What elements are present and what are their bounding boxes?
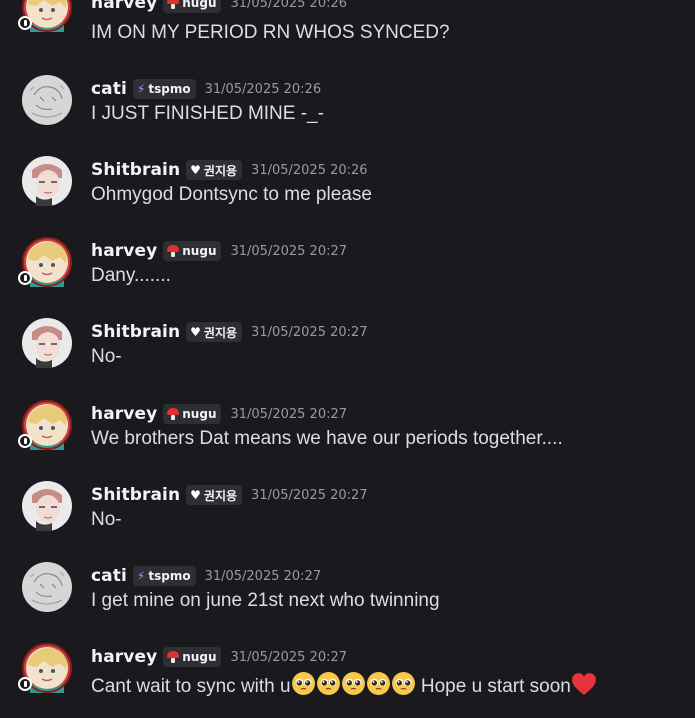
pleading-face-emoji xyxy=(341,671,366,702)
message-header: harvey nugu 31/05/2025 20:26 xyxy=(91,0,347,14)
username[interactable]: harvey xyxy=(91,0,157,13)
mushroom-icon xyxy=(167,408,180,420)
role-tag-label: nugu xyxy=(182,244,217,258)
role-tag-label: tspmo xyxy=(148,82,191,96)
username[interactable]: harvey xyxy=(91,404,157,424)
message-text: I get mine on june 21st next who twinnin… xyxy=(91,590,440,611)
role-tag[interactable]: ⚡ tspmo xyxy=(132,79,196,99)
shitbrain-avatar[interactable] xyxy=(22,481,72,531)
pleading-face-emoji xyxy=(391,671,416,702)
role-tag-label: 권지용 xyxy=(203,488,238,503)
role-tag-label: 권지용 xyxy=(203,325,238,340)
timestamp: 31/05/2025 20:27 xyxy=(204,568,322,584)
status-badge xyxy=(18,434,32,448)
message-item: harvey nugu 31/05/2025 20:26 IM ON MY PE… xyxy=(0,0,695,64)
role-tag-label: nugu xyxy=(182,0,217,10)
role-tag[interactable]: ♥ 권지용 xyxy=(186,485,243,505)
message-item: cati ⚡ tspmo 31/05/2025 20:26 I JUST FIN… xyxy=(0,75,695,150)
username[interactable]: cati xyxy=(91,79,127,99)
role-tag[interactable]: nugu xyxy=(163,647,222,667)
shitbrain-avatar[interactable] xyxy=(22,156,72,206)
role-tag[interactable]: ♥ 권지용 xyxy=(186,322,243,342)
message-header: Shitbrain ♥ 권지용 31/05/2025 20:27 xyxy=(91,321,368,343)
message-text: Ohmygod Dontsync to me please xyxy=(91,184,372,205)
status-badge xyxy=(18,16,32,30)
mushroom-icon xyxy=(167,0,180,9)
role-tag-label: nugu xyxy=(182,407,217,421)
message-text: Dany....... xyxy=(91,265,171,286)
timestamp: 31/05/2025 20:26 xyxy=(251,162,368,178)
timestamp: 31/05/2025 20:27 xyxy=(251,487,368,503)
message-item: Shitbrain ♥ 권지용 31/05/2025 20:27 No- xyxy=(0,481,695,556)
pleading-face-emoji xyxy=(366,671,391,702)
message-list: harvey nugu 31/05/2025 20:26 IM ON MY PE… xyxy=(0,0,695,705)
cati-avatar[interactable] xyxy=(22,75,72,125)
role-tag-label: tspmo xyxy=(148,569,191,583)
username[interactable]: harvey xyxy=(91,647,157,667)
status-badge xyxy=(18,677,32,691)
harvey-avatar[interactable] xyxy=(18,643,72,693)
message-text: I JUST FINISHED MINE -_- xyxy=(91,103,324,124)
role-tag[interactable]: ⚡ tspmo xyxy=(132,566,196,586)
message-header: cati ⚡ tspmo 31/05/2025 20:26 xyxy=(91,78,321,100)
username[interactable]: Shitbrain xyxy=(91,485,180,505)
pleading-face-emoji xyxy=(316,671,341,702)
message-item: Shitbrain ♥ 권지용 31/05/2025 20:26 Ohmygod… xyxy=(0,156,695,231)
role-tag[interactable]: nugu xyxy=(163,404,222,424)
message-header: Shitbrain ♥ 권지용 31/05/2025 20:27 xyxy=(91,484,368,506)
username[interactable]: harvey xyxy=(91,241,157,261)
shitbrain-avatar[interactable] xyxy=(22,318,72,368)
message-text: We brothers Dat means we have our period… xyxy=(91,428,563,449)
message-text: No- xyxy=(91,509,122,530)
timestamp: 31/05/2025 20:26 xyxy=(230,0,348,11)
status-badge xyxy=(18,271,32,285)
message-item: harvey nugu 31/05/2025 20:27 Dany....... xyxy=(0,237,695,312)
role-tag[interactable]: nugu xyxy=(163,241,222,261)
message-header: harvey nugu 31/05/2025 20:27 xyxy=(91,240,347,262)
lightning-icon: ⚡ xyxy=(136,82,146,96)
role-tag[interactable]: ♥ 권지용 xyxy=(186,160,243,180)
timestamp: 31/05/2025 20:27 xyxy=(230,649,348,665)
message-header: harvey nugu 31/05/2025 20:27 xyxy=(91,403,347,425)
role-tag[interactable]: nugu xyxy=(163,0,222,13)
pleading-face-emoji xyxy=(291,671,316,702)
timestamp: 31/05/2025 20:27 xyxy=(251,324,368,340)
timestamp: 31/05/2025 20:27 xyxy=(230,406,348,422)
cati-avatar[interactable] xyxy=(22,562,72,612)
message-header: cati ⚡ tspmo 31/05/2025 20:27 xyxy=(91,565,321,587)
message-item: harvey nugu 31/05/2025 20:27 Cant wait t… xyxy=(0,643,695,718)
message-item: Shitbrain ♥ 권지용 31/05/2025 20:27 No- xyxy=(0,318,695,393)
mushroom-icon xyxy=(167,651,180,663)
red-heart-emoji xyxy=(571,672,597,702)
white-heart-icon: ♥ xyxy=(190,325,201,339)
timestamp: 31/05/2025 20:26 xyxy=(204,81,322,97)
message-item: harvey nugu 31/05/2025 20:27 We brothers… xyxy=(0,400,695,475)
harvey-avatar[interactable] xyxy=(18,237,72,287)
message-text-start: Cant wait to sync with u xyxy=(91,676,291,697)
role-tag-label: nugu xyxy=(182,650,217,664)
timestamp: 31/05/2025 20:27 xyxy=(230,243,348,259)
harvey-avatar[interactable] xyxy=(18,400,72,450)
harvey-avatar[interactable] xyxy=(18,0,72,32)
white-heart-icon: ♥ xyxy=(190,163,201,177)
white-heart-icon: ♥ xyxy=(190,488,201,502)
username[interactable]: cati xyxy=(91,566,127,586)
message-header: harvey nugu 31/05/2025 20:27 xyxy=(91,646,347,668)
message-text: IM ON MY PERIOD RN WHOS SYNCED? xyxy=(91,22,450,43)
message-text-end: Hope u start soon xyxy=(415,676,571,697)
message-header: Shitbrain ♥ 권지용 31/05/2025 20:26 xyxy=(91,159,368,181)
username[interactable]: Shitbrain xyxy=(91,160,180,180)
role-tag-label: 권지용 xyxy=(203,163,238,178)
lightning-icon: ⚡ xyxy=(136,569,146,583)
message-text: Cant wait to sync with u Hope u start so… xyxy=(91,671,597,702)
message-text: No- xyxy=(91,346,122,367)
mushroom-icon xyxy=(167,245,180,257)
username[interactable]: Shitbrain xyxy=(91,322,180,342)
message-item: cati ⚡ tspmo 31/05/2025 20:27 I get mine… xyxy=(0,562,695,637)
